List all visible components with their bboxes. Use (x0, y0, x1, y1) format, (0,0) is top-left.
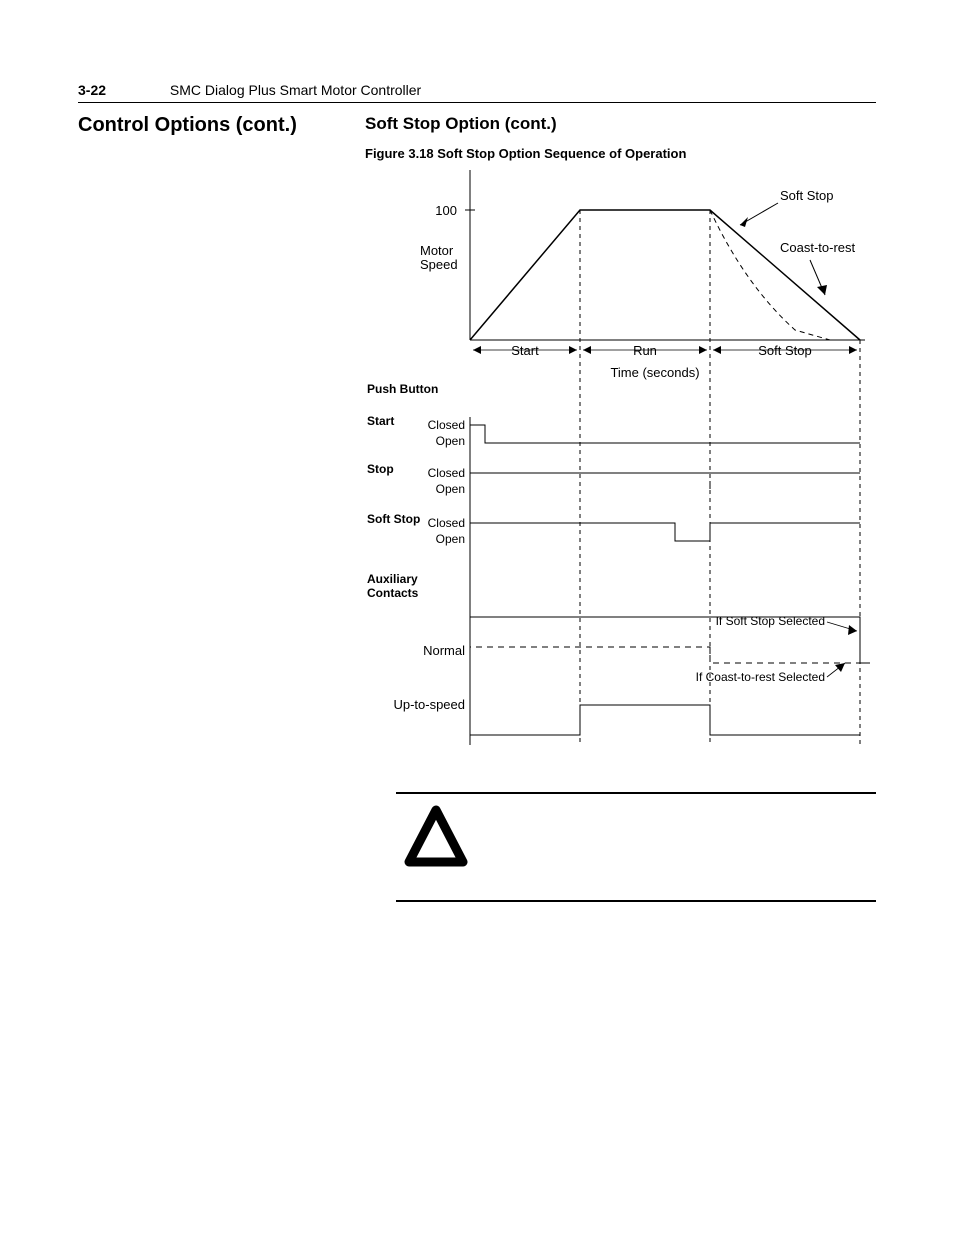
pb-stop-label: Stop (367, 462, 394, 476)
pb-softstop-closed: Closed (428, 516, 465, 530)
curve-label-coast: Coast-to-rest (780, 240, 856, 255)
x-axis-label: Time (seconds) (610, 365, 699, 380)
pb-start-open: Open (436, 434, 465, 448)
page-header: 3-22 SMC Dialog Plus Smart Motor Control… (78, 82, 876, 103)
pushbutton-heading: Push Button (367, 382, 438, 396)
doc-title: SMC Dialog Plus Smart Motor Controller (170, 82, 421, 98)
phase-softstop-label: Soft Stop (758, 343, 811, 358)
curve-label-softstop: Soft Stop (780, 188, 833, 203)
attention-box (396, 792, 876, 902)
pb-softstop-label: Soft Stop (367, 512, 420, 526)
attention-icon (401, 804, 471, 874)
aux-uts-label: Up-to-speed (393, 697, 465, 712)
aux-heading-2: Contacts (367, 586, 419, 600)
phase-start-label: Start (511, 343, 539, 358)
y-label-speed: Speed (420, 257, 458, 272)
y-label-motor: Motor (420, 243, 454, 258)
aux-heading-1: Auxiliary (367, 572, 418, 586)
page-number: 3-22 (78, 82, 106, 98)
aux-normal-label: Normal (423, 643, 465, 658)
figure-caption: Figure 3.18 Soft Stop Option Sequence of… (365, 146, 686, 161)
section-heading-left: Control Options (cont.) (78, 114, 297, 137)
pb-start-label: Start (367, 414, 394, 428)
section-heading-right: Soft Stop Option (cont.) (365, 114, 557, 134)
pb-stop-open: Open (436, 482, 465, 496)
pb-stop-closed: Closed (428, 466, 465, 480)
figure-diagram: 100 Motor Speed Soft Stop Coast-to-rest (365, 165, 875, 755)
pb-softstop-open: Open (436, 532, 465, 546)
aux-note-coast: If Coast-to-rest Selected (696, 670, 825, 684)
pb-start-closed: Closed (428, 418, 465, 432)
phase-run-label: Run (633, 343, 657, 358)
y-tick-100: 100 (435, 203, 457, 218)
phase-row: Start Run Soft Stop (473, 343, 857, 358)
aux-note-soft: If Soft Stop Selected (716, 614, 825, 628)
